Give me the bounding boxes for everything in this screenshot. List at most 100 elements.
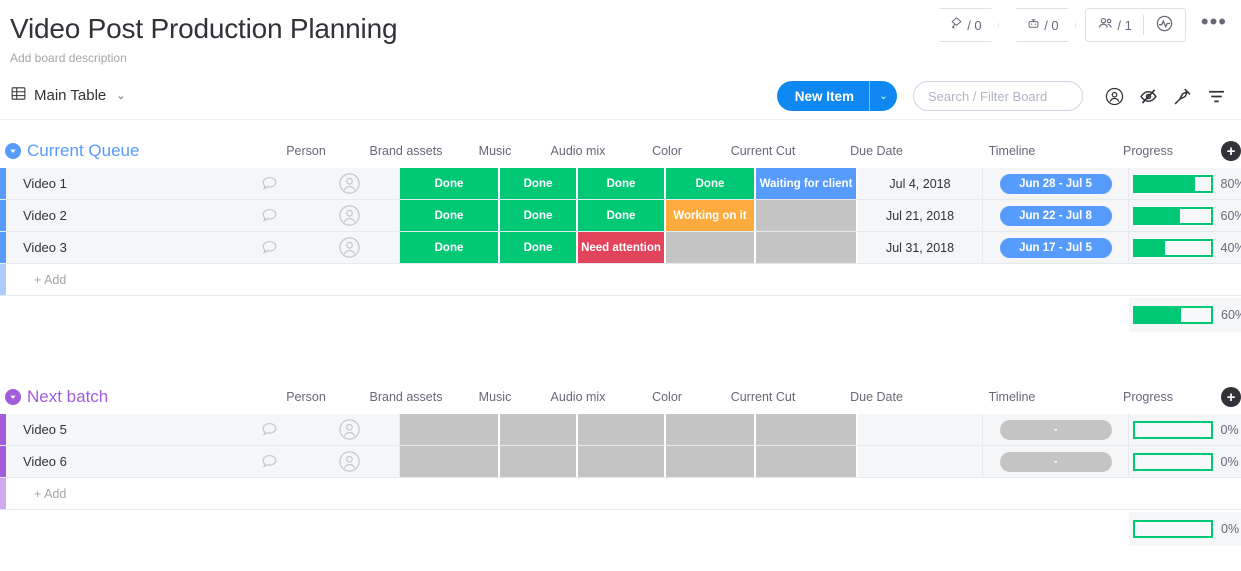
status-cell-color[interactable] [666, 232, 756, 263]
row-item-name[interactable]: Video 3 [6, 232, 238, 263]
status-cell-current-cut[interactable] [756, 200, 858, 231]
due-date-cell[interactable]: Jul 4, 2018 [858, 168, 983, 199]
column-header-audio_mix[interactable]: Audio mix [534, 390, 622, 404]
group-title[interactable]: Current Queue [27, 141, 256, 161]
status-cell-music[interactable] [500, 414, 578, 445]
add-column-button[interactable]: + [1221, 141, 1241, 161]
status-cell-brand-assets[interactable] [400, 414, 500, 445]
table-row[interactable]: Video 3 Done Done Need attention Jul 31, 20… [0, 232, 1241, 264]
person-avatar-icon[interactable] [300, 232, 400, 263]
new-item-button[interactable]: New Item ⌄ [776, 81, 897, 111]
status-cell-color[interactable] [666, 446, 756, 477]
column-header-timeline[interactable]: Timeline [939, 144, 1085, 158]
board-members-button[interactable]: / 1 [1086, 9, 1142, 41]
timeline-cell[interactable]: Jun 22 - Jul 8 [983, 200, 1129, 231]
add-item-label[interactable]: + Add [6, 264, 300, 295]
group-collapse-chevron-down-icon[interactable] [5, 143, 21, 159]
tab-main-table[interactable]: Main Table ⌄ [10, 85, 126, 106]
chat-bubble-icon[interactable] [238, 200, 300, 231]
status-cell-brand-assets[interactable]: Done [400, 232, 500, 263]
column-header-music[interactable]: Music [456, 390, 534, 404]
chat-bubble-icon[interactable] [238, 446, 300, 477]
due-date-cell[interactable]: Jul 21, 2018 [858, 200, 983, 231]
board-description[interactable]: Add board description [10, 51, 1241, 65]
status-cell-current-cut[interactable] [756, 414, 858, 445]
progress-cell[interactable]: 0% [1129, 446, 1241, 477]
due-date-cell[interactable] [858, 414, 983, 445]
column-header-timeline[interactable]: Timeline [939, 390, 1085, 404]
search-box[interactable] [913, 81, 1083, 111]
add-item-row[interactable]: + Add [0, 478, 1241, 510]
new-item-dropdown-chevron-down-icon[interactable]: ⌄ [869, 81, 897, 111]
column-header-audio_mix[interactable]: Audio mix [534, 144, 622, 158]
column-header-due_date[interactable]: Due Date [814, 390, 939, 404]
column-header-person[interactable]: Person [256, 390, 356, 404]
due-date-cell[interactable]: Jul 31, 2018 [858, 232, 983, 263]
column-header-color[interactable]: Color [622, 390, 712, 404]
status-cell-current-cut[interactable] [756, 232, 858, 263]
status-cell-music[interactable]: Done [500, 232, 578, 263]
chat-bubble-icon[interactable] [238, 232, 300, 263]
person-avatar-icon[interactable] [300, 414, 400, 445]
table-row[interactable]: Video 2 Done Done Done Working on it Jul 21,… [0, 200, 1241, 232]
progress-cell[interactable]: 40% [1129, 232, 1241, 263]
person-avatar-icon[interactable] [300, 200, 400, 231]
column-header-progress[interactable]: Progress [1085, 390, 1211, 404]
column-header-current_cut[interactable]: Current Cut [712, 390, 814, 404]
column-header-current_cut[interactable]: Current Cut [712, 144, 814, 158]
pin-icon[interactable] [1165, 79, 1199, 113]
due-date-cell[interactable] [858, 446, 983, 477]
status-cell-music[interactable] [500, 446, 578, 477]
status-cell-brand-assets[interactable]: Done [400, 168, 500, 199]
row-item-name[interactable]: Video 6 [6, 446, 238, 477]
status-cell-color[interactable] [666, 414, 756, 445]
group-collapse-chevron-down-icon[interactable] [5, 389, 21, 405]
more-options-button[interactable]: ••• [1195, 10, 1233, 36]
status-cell-audio-mix[interactable]: Done [578, 200, 666, 231]
progress-cell[interactable]: 60% [1129, 200, 1241, 231]
person-avatar-icon[interactable] [300, 446, 400, 477]
search-input[interactable] [928, 88, 1068, 104]
status-cell-audio-mix[interactable]: Need attention [578, 232, 666, 263]
timeline-cell[interactable]: Jun 17 - Jul 5 [983, 232, 1129, 263]
row-item-name[interactable]: Video 1 [6, 168, 238, 199]
status-cell-brand-assets[interactable] [400, 446, 500, 477]
add-item-row[interactable]: + Add [0, 264, 1241, 296]
automations-counter[interactable]: / 0 [1008, 8, 1077, 42]
status-cell-audio-mix[interactable] [578, 446, 666, 477]
add-item-label[interactable]: + Add [6, 478, 300, 509]
status-cell-color[interactable]: Working on it [666, 200, 756, 231]
status-cell-brand-assets[interactable]: Done [400, 200, 500, 231]
person-filter-icon[interactable] [1097, 79, 1131, 113]
hide-eye-icon[interactable] [1131, 79, 1165, 113]
column-header-brand_assets[interactable]: Brand assets [356, 144, 456, 158]
progress-cell[interactable]: 80% [1129, 168, 1241, 199]
table-row[interactable]: Video 6 - 0% [0, 446, 1241, 478]
column-header-progress[interactable]: Progress [1085, 144, 1211, 158]
chat-bubble-icon[interactable] [238, 168, 300, 199]
row-item-name[interactable]: Video 2 [6, 200, 238, 231]
column-header-due_date[interactable]: Due Date [814, 144, 939, 158]
row-item-name[interactable]: Video 5 [6, 414, 238, 445]
column-header-person[interactable]: Person [256, 144, 356, 158]
chat-bubble-icon[interactable] [238, 414, 300, 445]
activity-button[interactable] [1144, 9, 1185, 41]
column-header-brand_assets[interactable]: Brand assets [356, 390, 456, 404]
column-header-music[interactable]: Music [456, 144, 534, 158]
status-cell-audio-mix[interactable] [578, 414, 666, 445]
progress-cell[interactable]: 0% [1129, 414, 1241, 445]
add-column-button[interactable]: + [1221, 387, 1241, 407]
status-cell-current-cut[interactable]: Waiting for client [756, 168, 858, 199]
table-row[interactable]: Video 5 - 0% [0, 414, 1241, 446]
status-cell-music[interactable]: Done [500, 200, 578, 231]
timeline-cell[interactable]: - [983, 446, 1129, 477]
filter-icon[interactable] [1199, 79, 1233, 113]
column-header-color[interactable]: Color [622, 144, 712, 158]
updates-counter[interactable]: / 0 [931, 8, 1000, 42]
group-title[interactable]: Next batch [27, 387, 256, 407]
timeline-cell[interactable]: Jun 28 - Jul 5 [983, 168, 1129, 199]
timeline-cell[interactable]: - [983, 414, 1129, 445]
status-cell-audio-mix[interactable]: Done [578, 168, 666, 199]
status-cell-current-cut[interactable] [756, 446, 858, 477]
status-cell-color[interactable]: Done [666, 168, 756, 199]
